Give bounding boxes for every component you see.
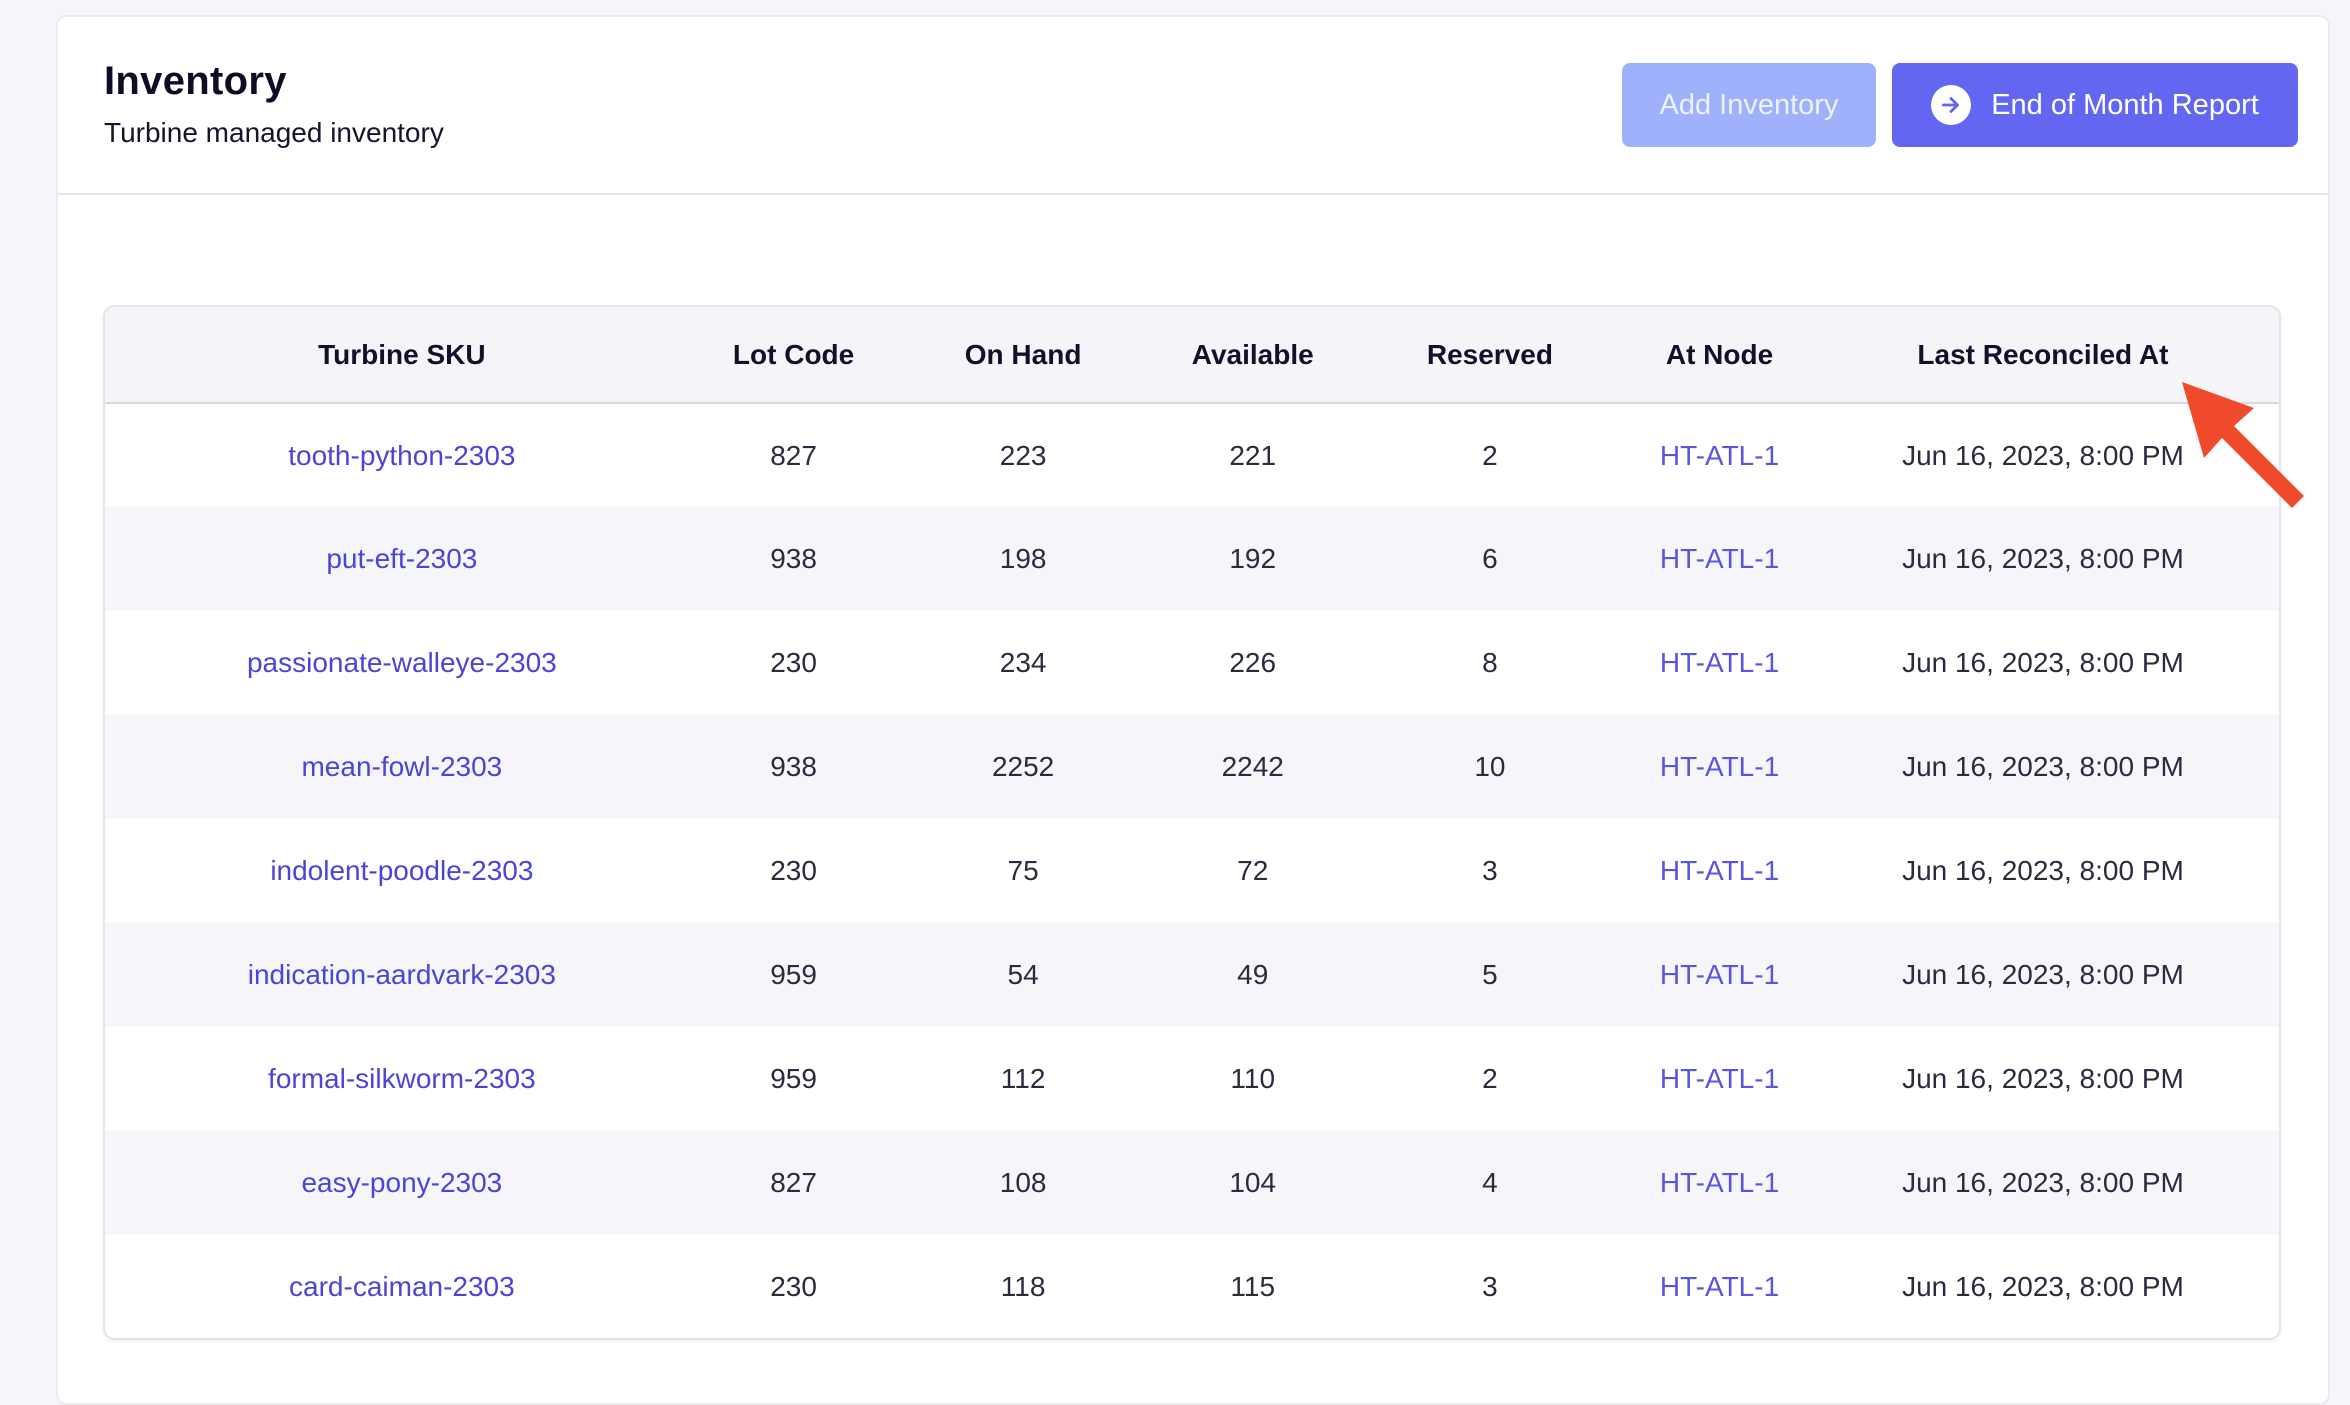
column-header-at-node[interactable]: At Node (1632, 307, 1807, 403)
sku-link[interactable]: formal-silkworm-2303 (105, 1027, 699, 1131)
table-row: mean-fowl-2303 938 2252 2242 10 HT-ATL-1… (105, 715, 2279, 819)
on-hand-cell: 75 (1007, 855, 1039, 886)
node-link[interactable]: HT-ATL-1 (1632, 1235, 1807, 1338)
node-link[interactable]: HT-ATL-1 (1632, 403, 1807, 507)
available-cell: 110 (1230, 1063, 1276, 1094)
available-cell: 49 (1237, 959, 1269, 990)
card-header: Inventory Turbine managed inventory Add … (58, 17, 2328, 195)
lot-code-cell: 230 (770, 647, 817, 678)
reserved-cell: 4 (1482, 1167, 1498, 1198)
table-row: formal-silkworm-2303 959 112 110 2 HT-AT… (105, 1027, 2279, 1131)
lot-code-cell: 230 (770, 1271, 817, 1302)
sku-link[interactable]: card-caiman-2303 (105, 1235, 699, 1338)
node-link[interactable]: HT-ATL-1 (1632, 1027, 1807, 1131)
on-hand-cell: 118 (1000, 1271, 1046, 1302)
table-header-row: Turbine SKU Lot Code On Hand Available R… (105, 307, 2279, 403)
end-of-month-report-button[interactable]: End of Month Report (1892, 63, 2298, 147)
sku-link[interactable]: easy-pony-2303 (105, 1131, 699, 1235)
sku-link[interactable]: tooth-python-2303 (105, 403, 699, 507)
table-row: indication-aardvark-2303 959 54 49 5 HT-… (105, 923, 2279, 1027)
available-cell: 226 (1229, 647, 1277, 678)
last-reconciled-cell: Jun 16, 2023, 8:00 PM (1902, 1063, 2184, 1094)
node-link[interactable]: HT-ATL-1 (1632, 715, 1807, 819)
table-row: put-eft-2303 938 198 192 6 HT-ATL-1 Jun … (105, 507, 2279, 611)
reserved-cell: 3 (1482, 1271, 1498, 1302)
on-hand-cell: 112 (1000, 1063, 1046, 1094)
on-hand-cell: 234 (999, 647, 1047, 678)
table-row: card-caiman-2303 230 118 115 3 HT-ATL-1 … (105, 1235, 2279, 1338)
available-cell: 104 (1229, 1167, 1277, 1198)
available-cell: 2242 (1221, 751, 1284, 782)
available-cell: 115 (1230, 1271, 1276, 1302)
last-reconciled-cell: Jun 16, 2023, 8:00 PM (1902, 1271, 2184, 1302)
sku-link[interactable]: indication-aardvark-2303 (105, 923, 699, 1027)
on-hand-cell: 108 (999, 1167, 1047, 1198)
on-hand-cell: 223 (999, 439, 1047, 471)
table-row: indolent-poodle-2303 230 75 72 3 HT-ATL-… (105, 819, 2279, 923)
table-row: passionate-walleye-2303 230 234 226 8 HT… (105, 611, 2279, 715)
available-cell: 192 (1229, 543, 1277, 574)
sku-link[interactable]: put-eft-2303 (105, 507, 699, 611)
lot-code-cell: 959 (770, 1063, 817, 1094)
page-title: Inventory (104, 59, 287, 103)
last-reconciled-cell: Jun 16, 2023, 8:00 PM (1902, 959, 2184, 990)
node-link[interactable]: HT-ATL-1 (1632, 1131, 1807, 1235)
column-header-reserved[interactable]: Reserved (1348, 307, 1633, 403)
column-header-lot-code[interactable]: Lot Code (699, 307, 889, 403)
arrow-right-circle-icon (1931, 85, 1972, 125)
lot-code-cell: 827 (770, 1167, 817, 1198)
sku-link[interactable]: mean-fowl-2303 (105, 715, 699, 819)
reserved-cell: 3 (1482, 855, 1498, 886)
add-inventory-button[interactable]: Add Inventory (1622, 63, 1876, 147)
reserved-cell: 2 (1482, 439, 1498, 471)
last-reconciled-cell: Jun 16, 2023, 8:00 PM (1902, 855, 2184, 886)
last-reconciled-cell: Jun 16, 2023, 8:00 PM (1902, 543, 2184, 574)
reserved-cell: 8 (1482, 647, 1498, 678)
on-hand-cell: 54 (1007, 959, 1039, 990)
column-header-on-hand[interactable]: On Hand (888, 307, 1157, 403)
reserved-cell: 6 (1482, 543, 1498, 574)
lot-code-cell: 959 (770, 959, 817, 990)
lot-code-cell: 230 (770, 855, 817, 886)
node-link[interactable]: HT-ATL-1 (1632, 819, 1807, 923)
last-reconciled-cell: Jun 16, 2023, 8:00 PM (1902, 1167, 2184, 1198)
annotation-arrow-icon (2182, 382, 2304, 508)
node-link[interactable]: HT-ATL-1 (1632, 611, 1807, 715)
available-cell: 221 (1229, 439, 1277, 471)
available-cell: 72 (1237, 855, 1269, 886)
table-row: easy-pony-2303 827 108 104 4 HT-ATL-1 Ju… (105, 1131, 2279, 1235)
last-reconciled-cell: Jun 16, 2023, 8:00 PM (1902, 647, 2184, 678)
sku-link[interactable]: passionate-walleye-2303 (105, 611, 699, 715)
table-row: tooth-python-2303 827 223 221 2 HT-ATL-1… (105, 403, 2279, 507)
lot-code-cell: 938 (770, 543, 817, 574)
reserved-cell: 10 (1474, 751, 1506, 782)
lot-code-cell: 827 (770, 439, 817, 471)
sku-link[interactable]: indolent-poodle-2303 (105, 819, 699, 923)
node-link[interactable]: HT-ATL-1 (1632, 507, 1807, 611)
page-subtitle: Turbine managed inventory (104, 117, 444, 148)
column-header-turbine-sku[interactable]: Turbine SKU (105, 307, 699, 403)
reserved-cell: 2 (1482, 1063, 1498, 1094)
on-hand-cell: 2252 (991, 751, 1055, 782)
column-header-available[interactable]: Available (1158, 307, 1348, 403)
reserved-cell: 5 (1482, 959, 1498, 990)
lot-code-cell: 938 (770, 751, 817, 782)
inventory-table: Turbine SKU Lot Code On Hand Available R… (103, 305, 2281, 1340)
end-of-month-report-label: End of Month Report (1991, 88, 2259, 121)
last-reconciled-cell: Jun 16, 2023, 8:00 PM (1902, 751, 2184, 782)
on-hand-cell: 198 (999, 543, 1047, 574)
node-link[interactable]: HT-ATL-1 (1632, 923, 1807, 1027)
